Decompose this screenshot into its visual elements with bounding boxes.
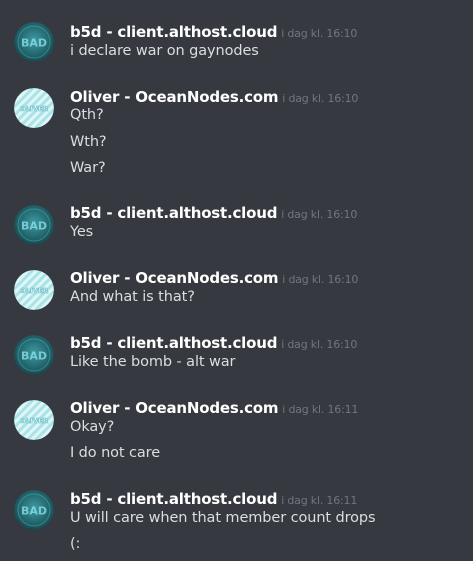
message-text: (: [70,536,81,552]
message-text: Yes [70,224,94,240]
oliver-avatar-icon[interactable]: OLIVER [14,400,54,440]
avatar-text: BAD [21,220,47,233]
timestamp: i dag kl. 16:11 [282,403,359,416]
message-header: Oliver - OceanNodes.com i dag kl. 16:11 [70,398,358,418]
username[interactable]: Oliver - OceanNodes.com [70,88,278,106]
oliver-avatar-icon[interactable]: OLIVER [14,270,54,310]
message-text: And what is that? [70,289,195,305]
avatar-text: BAD [21,37,47,50]
username[interactable]: b5d - client.althost.cloud [70,204,277,222]
chat-messages: BAD b5d - client.althost.cloud i dag kl. … [0,0,473,561]
timestamp: i dag kl. 16:10 [281,27,358,40]
avatar-text: OLIVER [20,417,49,425]
message-text: Okay? [70,419,115,435]
b5d-server-avatar-icon[interactable]: BAD [14,205,54,245]
username[interactable]: Oliver - OceanNodes.com [70,399,278,417]
message-header: b5d - client.althost.cloud i dag kl. 16:1… [70,22,357,42]
username[interactable]: b5d - client.althost.cloud [70,490,277,508]
username[interactable]: b5d - client.althost.cloud [70,23,277,41]
timestamp: i dag kl. 16:10 [281,208,358,221]
message-header: b5d - client.althost.cloud i dag kl. 16:1… [70,333,357,353]
username[interactable]: Oliver - OceanNodes.com [70,269,278,287]
message-header: Oliver - OceanNodes.com i dag kl. 16:10 [70,268,358,288]
timestamp: i dag kl. 16:10 [282,92,359,105]
avatar-text: OLIVER [20,105,49,113]
message-header: b5d - client.althost.cloud i dag kl. 16:1… [70,489,357,509]
message-header: Oliver - OceanNodes.com i dag kl. 16:10 [70,87,358,107]
b5d-server-avatar-icon[interactable]: BAD [14,22,54,62]
oliver-avatar-icon[interactable]: OLIVER [14,88,54,128]
b5d-server-avatar-icon[interactable]: BAD [14,335,54,375]
timestamp: i dag kl. 16:10 [282,273,359,286]
timestamp: i dag kl. 16:11 [281,494,358,507]
message-text: U will care when that member count drops [70,510,376,526]
message-header: b5d - client.althost.cloud i dag kl. 16:1… [70,203,357,223]
message-text: Wth? [70,134,107,150]
message-text: I do not care [70,445,161,461]
username[interactable]: b5d - client.althost.cloud [70,334,277,352]
message-text: Qth? [70,107,104,123]
message-text: War? [70,160,106,176]
b5d-server-avatar-icon[interactable]: BAD [14,490,54,530]
message-text: Like the bomb - alt war [70,354,236,370]
timestamp: i dag kl. 16:10 [281,338,358,351]
avatar-text: BAD [21,350,47,363]
avatar-text: OLIVER [20,287,49,295]
message-text: i declare war on gaynodes [70,43,259,59]
avatar-text: BAD [21,505,47,518]
